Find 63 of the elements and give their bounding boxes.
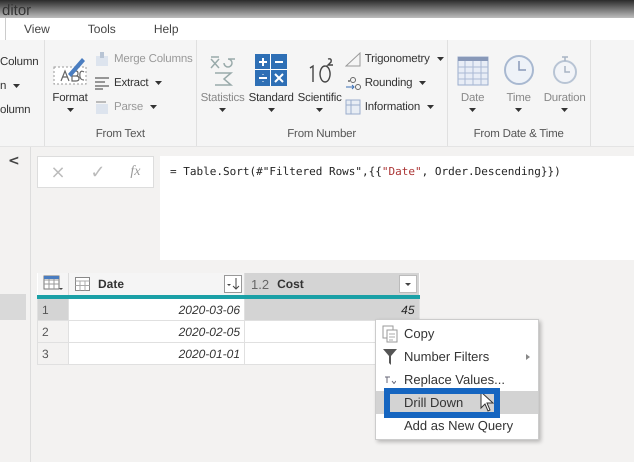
row-number[interactable]: 3	[38, 342, 68, 364]
menu-item[interactable]: Replace Values...	[376, 368, 538, 391]
rounding-button[interactable]: Rounding	[344, 73, 444, 92]
text-lines-icon	[94, 74, 110, 90]
dropdown-arrow-icon	[219, 108, 226, 112]
dropdown-arrow-icon	[66, 108, 74, 112]
format-button[interactable]: Format	[48, 44, 92, 128]
dropdown-icon[interactable]	[399, 275, 417, 293]
row-number[interactable]: 2	[38, 320, 68, 342]
formula-field[interactable]: = Table.Sort(#"Filtered Rows",{{"Date", Order.Descending}})	[160, 156, 634, 260]
table-info-icon	[344, 98, 361, 114]
document-icon	[94, 98, 110, 114]
trig-button[interactable]: Trigonometry	[344, 49, 444, 68]
table-menu-icon[interactable]	[42, 274, 63, 290]
table-cell: 2020-02-05	[68, 320, 244, 342]
collapse-button[interactable]: <	[8, 153, 20, 169]
window-title: ditor	[1, 4, 32, 18]
menu-item[interactable]: Copy	[376, 322, 538, 345]
dropdown-arrow-icon	[150, 104, 158, 108]
dropdown-arrow-icon	[419, 80, 426, 84]
ribbon-button[interactable]: Column	[0, 52, 44, 71]
ribbon-tab[interactable]: Help	[146, 22, 188, 36]
clock-icon	[502, 54, 535, 86]
table-cell: 2020-01-01	[68, 342, 244, 364]
dropdown-arrow-icon	[316, 108, 324, 112]
dropdown-arrow-icon	[13, 84, 20, 88]
scientific-button[interactable]: Scientific	[296, 44, 343, 128]
ribbon-button[interactable]: n	[0, 76, 44, 95]
mouse-cursor-icon	[480, 391, 494, 413]
merge-icon	[94, 50, 110, 66]
dropdown-arrow-icon	[436, 56, 444, 60]
column-header[interactable]: Date	[68, 273, 244, 297]
column-header[interactable]: 1.2 Cost	[244, 273, 419, 297]
calendar-icon	[456, 56, 489, 86]
dropdown-arrow-icon	[561, 108, 568, 112]
standard-button[interactable]: Standard	[248, 44, 295, 128]
replace-icon	[384, 376, 396, 384]
dropdown-arrow-icon	[469, 108, 476, 112]
sigma-icon	[208, 54, 238, 86]
menu-item[interactable]: Number Filters	[376, 345, 538, 368]
dropdown-arrow-icon	[515, 108, 522, 112]
calendar-icon	[75, 277, 90, 291]
decimal-icon	[344, 74, 361, 90]
information-button[interactable]: Information	[344, 97, 444, 116]
row-number[interactable]: 1	[38, 297, 68, 320]
dropdown-arrow-icon	[155, 80, 162, 84]
ribbon-tab[interactable]: View	[16, 22, 60, 36]
group-label: From Date & Time	[472, 128, 565, 142]
group-label: From Number	[286, 128, 357, 142]
ribbon-button[interactable]: olumn	[0, 100, 44, 119]
table-cell: 2020-03-06	[68, 297, 244, 320]
extract-button[interactable]: Extract	[94, 73, 193, 92]
ribbon-tab[interactable]: Tools	[80, 22, 126, 36]
triangle-icon	[344, 50, 361, 66]
dropdown-arrow-icon	[268, 108, 275, 112]
group-label: From Text	[94, 128, 146, 142]
dropdown-arrow-icon	[427, 104, 434, 108]
filter-icon	[383, 348, 397, 364]
calculator-icon	[255, 54, 288, 86]
sort-descending-icon[interactable]	[224, 275, 242, 293]
copy-icon	[382, 324, 398, 342]
stopwatch-icon	[550, 54, 579, 86]
menu-item[interactable]: Add as New Query	[376, 414, 538, 437]
